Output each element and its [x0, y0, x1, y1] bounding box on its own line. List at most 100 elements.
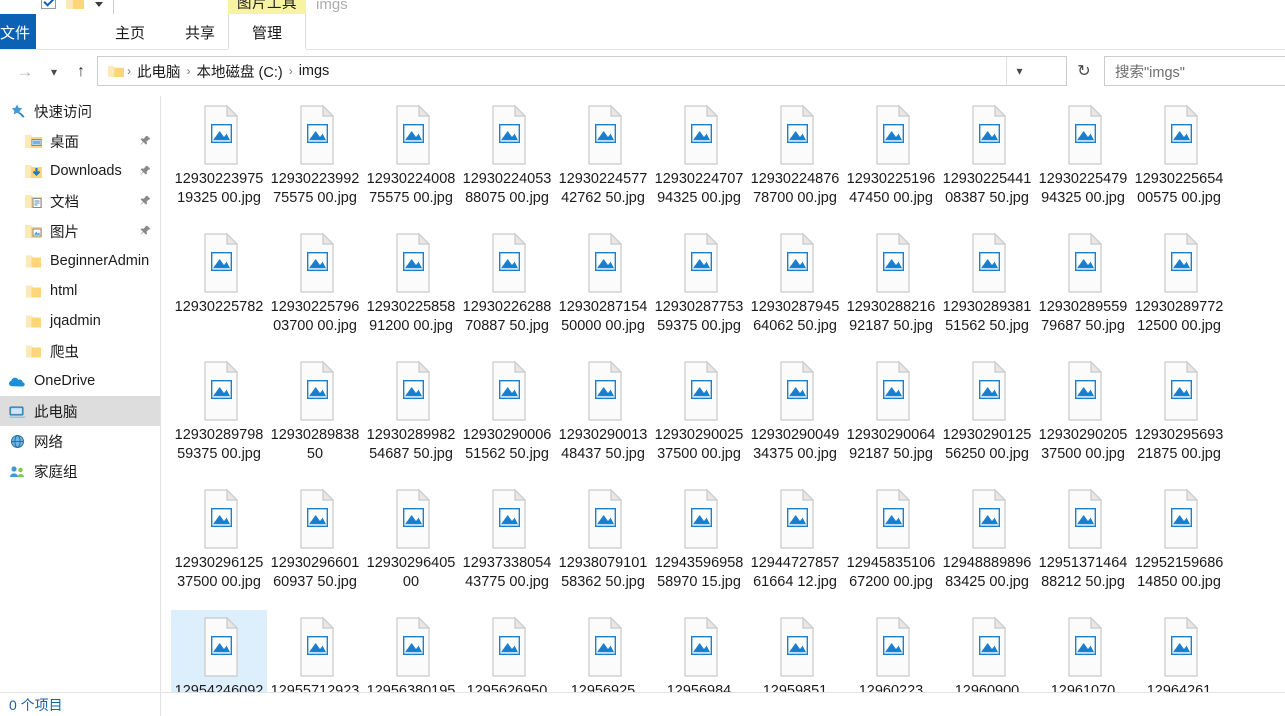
file-tile[interactable]: 1293022579603700 00.jpg	[267, 226, 363, 354]
file-tile[interactable]: 1293028938151562 50.jpg	[939, 226, 1035, 354]
jpg-image-file-icon	[481, 488, 533, 550]
file-tile[interactable]: 12960223	[843, 610, 939, 692]
sidebar-item-8[interactable]: 爬虫	[0, 336, 160, 366]
file-tile[interactable]: 1293029001348437 50.jpg	[555, 354, 651, 482]
breadcrumb-item-imgs[interactable]: imgs	[294, 63, 335, 79]
file-tile[interactable]: 1293022544108387 50.jpg	[939, 98, 1035, 226]
tab-share[interactable]: 共享	[165, 14, 235, 50]
file-tile[interactable]: 1293028821692187 50.jpg	[843, 226, 939, 354]
file-tile[interactable]: 1295424609288412 50.jpg	[171, 610, 267, 692]
sidebar-item-1[interactable]: 桌面	[0, 126, 160, 156]
file-tile[interactable]: 1293022405388075 00.jpg	[459, 98, 555, 226]
tab-file[interactable]: 文件	[0, 14, 36, 50]
file-name-label: 1293029012556250 00.jpg	[942, 427, 1032, 462]
chevron-down-icon[interactable]: ▾	[1006, 57, 1032, 85]
file-tile[interactable]: 1293029012556250 00.jpg	[939, 354, 1035, 482]
star-pin-icon	[8, 103, 27, 120]
file-tile[interactable]: 1293029002537500 00.jpg	[651, 354, 747, 482]
jpg-image-file-icon	[865, 616, 917, 678]
sidebar-item-5[interactable]: BeginnerAdmin	[0, 246, 160, 276]
file-tile[interactable]: 1295571292348675 00.jpg	[267, 610, 363, 692]
sidebar-item-2[interactable]: Downloads	[0, 156, 160, 186]
file-tile[interactable]: 1293029569321875 00.jpg	[1131, 354, 1227, 482]
file-tile[interactable]: 1293022487678700 00.jpg	[747, 98, 843, 226]
file-tile[interactable]: 1295215968614850 00.jpg	[1131, 482, 1227, 610]
file-tile[interactable]: 1294359695858970 15.jpg	[651, 482, 747, 610]
chevron-down-icon[interactable]	[95, 2, 103, 7]
file-tile[interactable]: 1293028983850	[267, 354, 363, 482]
file-tile[interactable]: 1294472785761664 12.jpg	[747, 482, 843, 610]
sidebar-item-9[interactable]: OneDrive	[0, 366, 160, 396]
pin-icon[interactable]	[140, 225, 151, 237]
breadcrumb-item-local-disk[interactable]: 本地磁盘 (C:)	[192, 61, 288, 82]
file-tile[interactable]: 12956925	[555, 610, 651, 692]
file-tile[interactable]: 1295638019508925 00.jpg	[363, 610, 459, 692]
file-tile[interactable]: 1293029020537500 00.jpg	[1035, 354, 1131, 482]
file-tile[interactable]: 1293022457742762 50.jpg	[555, 98, 651, 226]
file-list-view[interactable]: 1293022397519325 00.jpg 1293022399275575 …	[161, 96, 1285, 692]
file-tile[interactable]: 1293029004934375 00.jpg	[747, 354, 843, 482]
file-tile[interactable]: 1293029006492187 50.jpg	[843, 354, 939, 482]
file-tile[interactable]: 12964261	[1131, 610, 1227, 692]
sidebar-item-7[interactable]: jqadmin	[0, 306, 160, 336]
folder-icon[interactable]	[66, 0, 84, 10]
pin-icon[interactable]	[140, 135, 151, 147]
sidebar-item-11[interactable]: 网络	[0, 426, 160, 456]
breadcrumb[interactable]: › 此电脑 › 本地磁盘 (C:) › imgs ▾	[97, 56, 1067, 86]
jpg-image-file-icon	[673, 616, 725, 678]
file-tile[interactable]: 1294583510667200 00.jpg	[843, 482, 939, 610]
file-tile[interactable]: 1294888989683425 00.jpg	[939, 482, 1035, 610]
sidebar-item-12[interactable]: 家庭组	[0, 456, 160, 486]
file-tile[interactable]: 1293807910158362 50.jpg	[555, 482, 651, 610]
file-tile[interactable]: 1293028794564062 50.jpg	[747, 226, 843, 354]
tab-manage[interactable]: 管理	[228, 14, 306, 50]
sidebar-item-0[interactable]: 快速访问	[0, 96, 160, 126]
file-tile[interactable]: 1293028998254687 50.jpg	[363, 354, 459, 482]
arrow-up-icon[interactable]: ↑	[70, 61, 92, 83]
arrow-right-icon[interactable]: →	[14, 62, 36, 82]
file-tile[interactable]: 1293022628870887 50.jpg	[459, 226, 555, 354]
file-tile[interactable]: 1293733805443775 00.jpg	[459, 482, 555, 610]
tab-home[interactable]: 主页	[95, 14, 165, 50]
file-name-label: 1294583510667200 00.jpg	[846, 555, 936, 590]
file-tile[interactable]: 1293022565400575 00.jpg	[1131, 98, 1227, 226]
status-bar-divider	[160, 693, 161, 716]
jpg-image-file-icon	[193, 232, 245, 294]
pin-icon[interactable]	[140, 195, 151, 207]
file-tile[interactable]: 1293022397519325 00.jpg	[171, 98, 267, 226]
file-tile[interactable]: 1293028977212500 00.jpg	[1131, 226, 1227, 354]
sidebar-item-4[interactable]: 图片	[0, 216, 160, 246]
file-tile[interactable]: 1293028979859375 00.jpg	[171, 354, 267, 482]
file-tile[interactable]: 1293028955979687 50.jpg	[1035, 226, 1131, 354]
file-tile[interactable]: 1293029640500	[363, 482, 459, 610]
file-tile[interactable]: 1293029000651562 50.jpg	[459, 354, 555, 482]
file-tile[interactable]: 1293022519647450 00.jpg	[843, 98, 939, 226]
file-tile[interactable]: 1293028775359375 00.jpg	[651, 226, 747, 354]
refresh-icon[interactable]: ↻	[1070, 57, 1098, 85]
file-tile[interactable]: 1293029660160937 50.jpg	[267, 482, 363, 610]
file-tile[interactable]: 1293022470794325 00.jpg	[651, 98, 747, 226]
checkbox-checked-icon[interactable]	[41, 0, 56, 9]
file-tile[interactable]: 1293028715450000 00.jpg	[555, 226, 651, 354]
search-input[interactable]: 搜索"imgs"	[1104, 56, 1285, 86]
file-tile[interactable]: 1293029612537500 00.jpg	[171, 482, 267, 610]
sidebar-item-3[interactable]: 文档	[0, 186, 160, 216]
file-tile[interactable]: 1293022400875575 00.jpg	[363, 98, 459, 226]
sidebar-item-10[interactable]: 此电脑	[0, 396, 160, 426]
sidebar-item-6[interactable]: html	[0, 276, 160, 306]
file-tile[interactable]: 1295137146488212 50.jpg	[1035, 482, 1131, 610]
chevron-down-icon[interactable]: ▾	[44, 62, 64, 82]
jpg-image-file-icon	[481, 616, 533, 678]
breadcrumb-item-this-pc[interactable]: 此电脑	[132, 61, 186, 82]
file-tile[interactable]: 12930225782	[171, 226, 267, 354]
file-tile[interactable]: 1293022399275575 00.jpg	[267, 98, 363, 226]
file-tile[interactable]: 1293022585891200 00.jpg	[363, 226, 459, 354]
file-tile[interactable]: 1295626950	[459, 610, 555, 692]
file-tile[interactable]: 12956984	[651, 610, 747, 692]
file-tile[interactable]: 12959851	[747, 610, 843, 692]
file-tile[interactable]: 12961070	[1035, 610, 1131, 692]
file-tile[interactable]: 12960900	[939, 610, 1035, 692]
pin-icon[interactable]	[140, 165, 151, 177]
file-tile[interactable]: 1293022547994325 00.jpg	[1035, 98, 1131, 226]
folder-icon	[24, 253, 43, 270]
